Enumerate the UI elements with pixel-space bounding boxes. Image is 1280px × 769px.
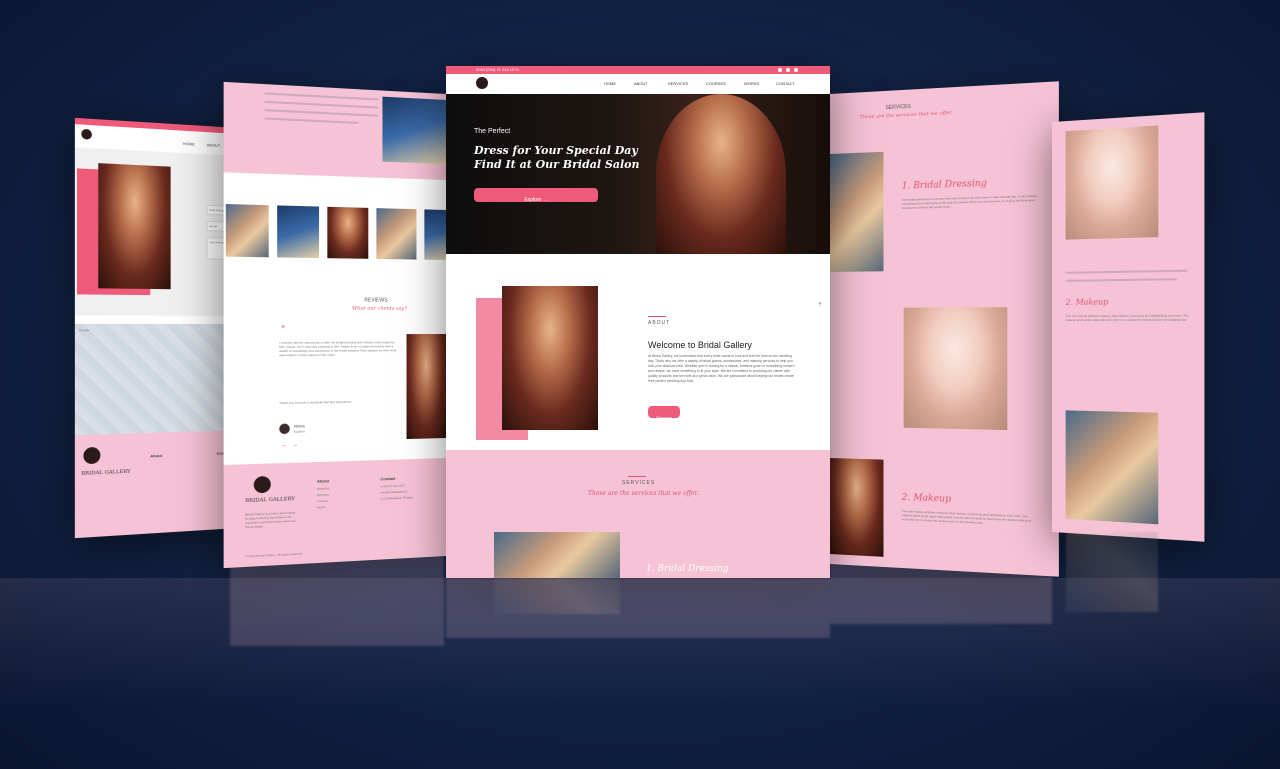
footer-logo-icon — [253, 475, 271, 494]
about-photo — [502, 286, 598, 430]
gallery-thumb-2[interactable] — [277, 205, 320, 259]
footer-link-2[interactable]: Services — [317, 493, 329, 498]
nav-home[interactable]: HOME — [604, 81, 616, 86]
footer-contact-title: Contact — [380, 475, 396, 482]
hero-title-line1: Dress for Your Special Day — [474, 144, 638, 157]
right-reflection — [830, 564, 1052, 624]
nav-works[interactable]: WORKS — [744, 81, 759, 86]
reviews-label: REVIEWS — [364, 297, 388, 304]
services-label: SERVICES — [622, 480, 656, 486]
services-divider — [628, 476, 646, 477]
discover-button-label: Discover — [656, 415, 672, 420]
discover-button[interactable]: Discover — [648, 406, 680, 420]
nav-about[interactable]: ABOUT — [207, 142, 221, 148]
services-section: SERVICES These are the services that we … — [446, 450, 830, 578]
map[interactable]: Google — [74, 323, 238, 436]
main-page: 0094 (094) 71 243 1073 HOME ABOUT SERVIC… — [446, 66, 830, 578]
review-photo — [406, 334, 446, 440]
reviews-subtitle: What our clients say? — [352, 305, 408, 312]
nav-services[interactable]: SERVICES — [668, 81, 688, 86]
services-subtitle: These are the services that we offer. — [588, 490, 699, 497]
footer-address: 123 Mahagama, Pelawa — [380, 495, 413, 501]
gallery-thumb-4[interactable] — [376, 208, 417, 260]
bride-photo — [98, 163, 171, 290]
service3-photo — [830, 458, 884, 557]
reviewer-role: Student — [294, 429, 305, 434]
footer-email[interactable]: info@bridalgallery.lk — [380, 489, 407, 494]
service2-photo — [903, 307, 1008, 431]
reviewer-avatar — [279, 423, 290, 435]
service1-photo — [830, 151, 884, 272]
footer-link-3[interactable]: Courses — [317, 499, 329, 504]
service-title: 2. Makeup — [1065, 297, 1109, 307]
service-text: This can include airbrush makeup, false … — [1065, 313, 1189, 322]
instagram-icon[interactable] — [786, 68, 790, 72]
left-reflection — [230, 556, 444, 646]
facebook-icon[interactable] — [778, 68, 782, 72]
navbar: HOME ABOUT SERVICES COURSES WORKS CONTAC… — [446, 74, 830, 94]
right-page: SERVICES These are the services that we … — [830, 81, 1059, 577]
footer-link-1[interactable]: Bridal Art — [317, 486, 330, 491]
gallery-thumb-3[interactable] — [327, 206, 369, 259]
hero-bride-photo — [656, 94, 786, 254]
hero-kicker: The Perfect — [474, 128, 511, 135]
whatsapp-icon[interactable] — [794, 68, 798, 72]
footer-phone[interactable]: (+94) 71 243 1073 — [380, 484, 405, 489]
nav-courses[interactable]: COURSES — [706, 81, 726, 86]
prev-arrow-icon[interactable]: ← — [281, 442, 287, 448]
nav-home[interactable]: HOME — [183, 141, 195, 147]
left-page: REVIEWS What our clients say? “ I recent… — [223, 81, 446, 569]
footer-description: Bridal Gallery is a salon and beauty bou… — [245, 510, 296, 530]
far-left-page: HOME ABOUT First Name Email Your Message… — [74, 117, 238, 539]
service1-text: The bridal dressing is a service that he… — [901, 193, 1037, 211]
footer-logo-icon — [83, 446, 101, 465]
hero: The Perfect Dress for Your Special Day F… — [446, 94, 830, 254]
footer-logo-text: BRIDAL GALLERY — [245, 495, 295, 505]
review-text: I recently had the opportunity to take t… — [279, 340, 397, 358]
topbar-phone[interactable]: 0094 (094) 71 243 1073 — [476, 67, 519, 72]
quote-icon: “ — [281, 323, 285, 336]
topbar: 0094 (094) 71 243 1073 — [446, 66, 830, 74]
about-title: Welcome to Bridal Gallery — [648, 340, 752, 350]
footer: BRIDAL GALLERY About Contact — [74, 430, 238, 539]
gallery-thumb-1[interactable] — [225, 204, 269, 258]
about-section: ABOUT Welcome to Bridal Gallery At Brida… — [446, 254, 830, 450]
logo-icon[interactable] — [476, 77, 488, 89]
footer-about-title: About — [150, 452, 163, 459]
brides-photo — [1065, 410, 1159, 525]
far-right-reflection — [1066, 532, 1158, 612]
logo-icon[interactable] — [81, 128, 92, 140]
scroll-top-icon[interactable]: ⇡ — [818, 302, 822, 308]
footer: BRIDAL GALLERY Bridal Gallery is a salon… — [223, 458, 446, 569]
map-label: Google — [79, 328, 90, 333]
about-label: ABOUT — [648, 320, 671, 326]
footer-logo-text: BRIDAL GALLERY — [81, 468, 131, 477]
review-thanks: Thank you for such a wonderful learning … — [279, 399, 352, 406]
facial-photo — [1065, 125, 1159, 240]
nav-about[interactable]: ABOUT — [634, 81, 648, 86]
nav-contact[interactable]: CONTACT — [776, 81, 795, 86]
service1-photo — [494, 532, 620, 578]
services-label: SERVICES — [885, 103, 911, 112]
gallery-thumb-5[interactable] — [424, 209, 446, 260]
footer-link-4[interactable]: Works — [317, 505, 326, 509]
service1-title: 1. Bridal Dressing — [646, 564, 729, 574]
main-photo-reflection — [494, 578, 620, 614]
explore-button-label: Explore → — [524, 197, 548, 203]
far-right-page: 2. Makeup This can include airbrush make… — [1052, 112, 1205, 542]
about-body: At Bridal Gallery, we understand that ev… — [648, 354, 795, 383]
services-subtitle: These are the services that we offer. — [859, 109, 953, 121]
gallery-top-photo — [382, 96, 446, 164]
explore-button[interactable]: Explore → — [474, 188, 598, 203]
hero-title-line2: Find It at Our Bridal Salon — [474, 158, 640, 171]
about-divider — [648, 316, 666, 317]
service2-text: This can include airbrush makeup, false … — [901, 508, 1031, 525]
service1-title: 1. Bridal Dressing — [901, 178, 987, 192]
footer-about-title: About — [316, 478, 329, 484]
next-arrow-icon[interactable]: → — [292, 442, 298, 448]
service2-title: 2. Makeup — [901, 492, 952, 505]
topbar — [74, 117, 238, 134]
reviewer-name: Nisha — [294, 423, 305, 429]
